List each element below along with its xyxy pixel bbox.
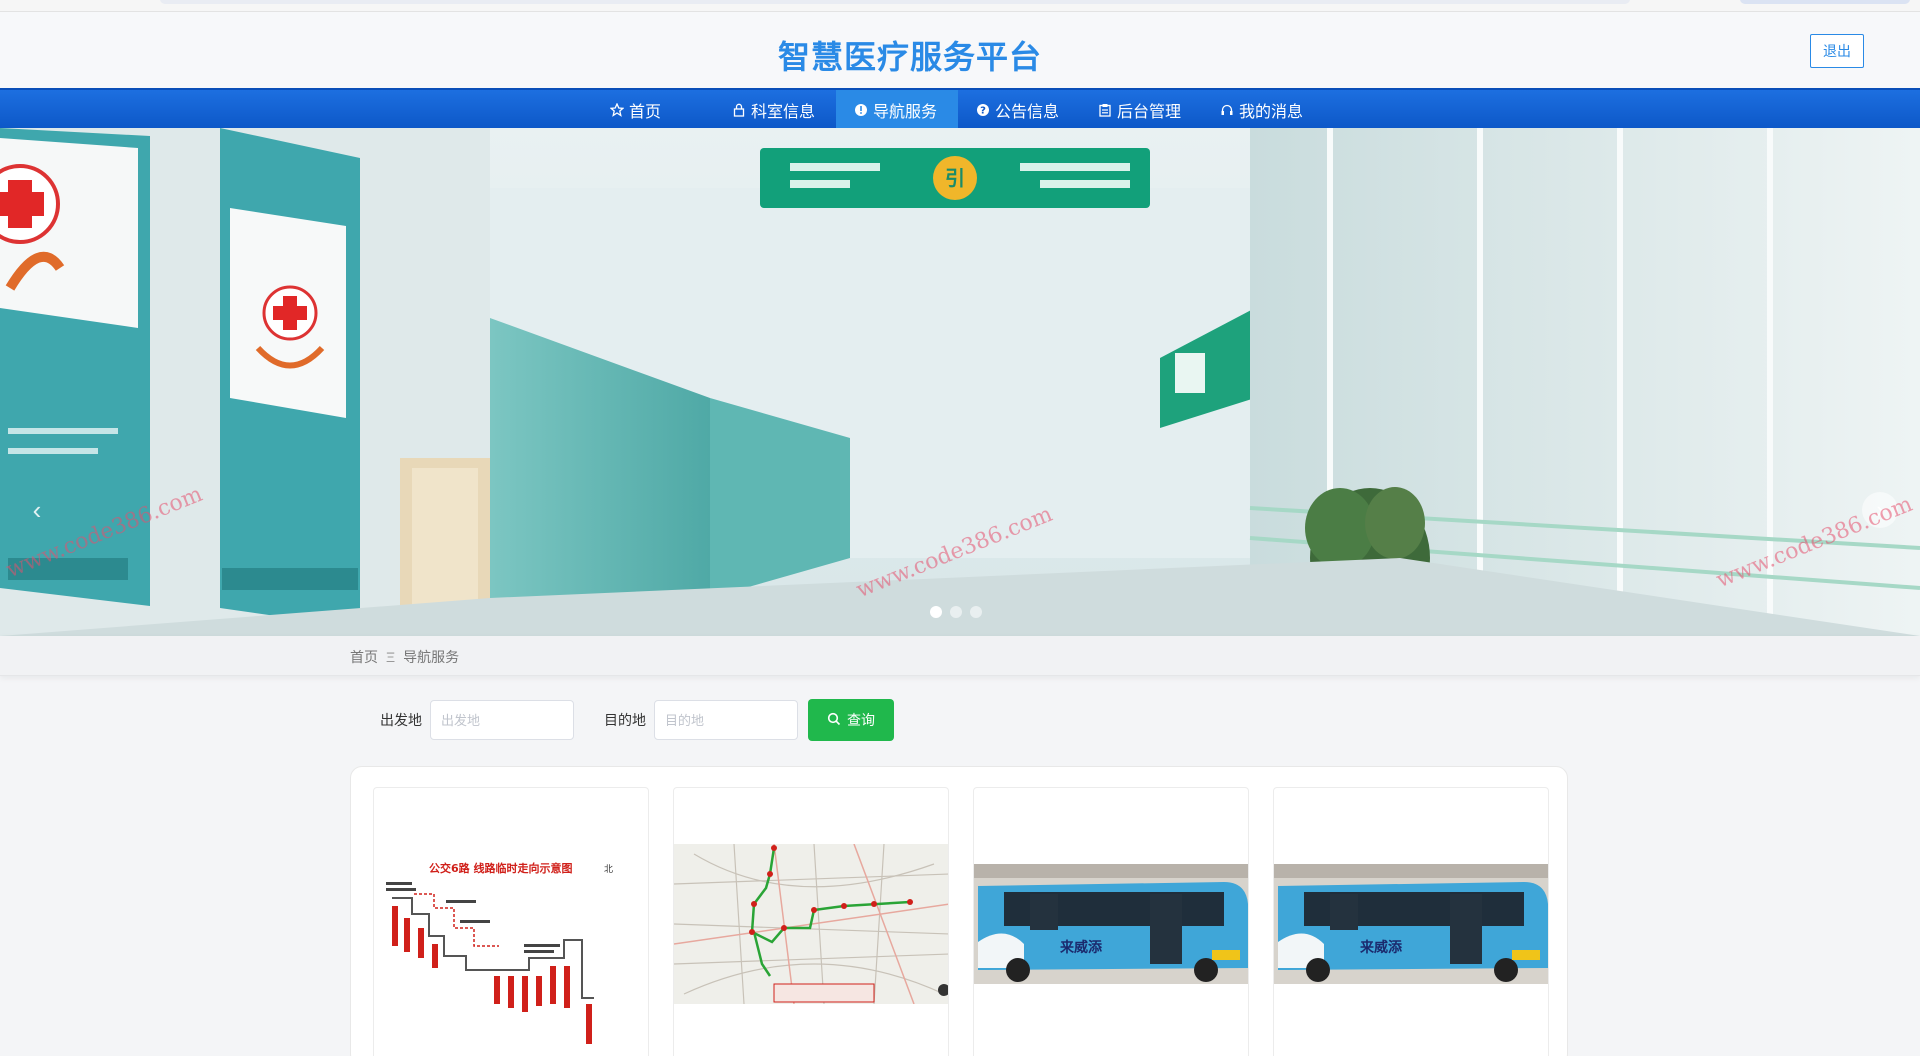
route-diagram-title: 公交6路 线路临时走向示意图 (429, 861, 572, 875)
search-button-label: 查询 (847, 712, 875, 728)
route-card[interactable]: 来威添 (973, 787, 1249, 1056)
lock-icon (732, 103, 746, 117)
north-label: 北 (604, 864, 613, 875)
search-icon (827, 712, 841, 729)
logout-button[interactable]: 退出 (1810, 34, 1864, 68)
route-map-image (674, 844, 948, 1004)
question-circle-icon: ? (976, 103, 990, 117)
bus-side-text: 来威添 (1059, 939, 1103, 956)
route-card[interactable]: 来威添 (1273, 787, 1549, 1056)
carousel-dot[interactable] (930, 606, 942, 618)
route-card-panel: 公交6路 线路临时走向示意图 北 来威添 来威添 (350, 766, 1568, 1056)
nav-item-messages[interactable]: 我的消息 (1202, 90, 1324, 130)
clipboard-icon (1098, 103, 1112, 117)
origin-input[interactable] (430, 700, 574, 740)
nav-item-home[interactable]: 首页 (592, 90, 714, 130)
bus-photo-image: 来威添 (974, 864, 1248, 984)
destination-label: 目的地 (604, 712, 646, 728)
nav-item-label: 导航服务 (873, 104, 938, 121)
nav-item-departments[interactable]: 科室信息 (714, 90, 836, 130)
nav-item-label: 后台管理 (1117, 104, 1182, 121)
nav-item-label: 首页 (629, 104, 662, 121)
nav-item-admin[interactable]: 后台管理 (1080, 90, 1202, 130)
carousel-prev-icon[interactable]: ‹ (22, 492, 52, 528)
search-button[interactable]: 查询 (808, 699, 894, 741)
carousel-indicators (930, 606, 982, 618)
origin-label: 出发地 (380, 712, 422, 728)
site-header: 智慧医疗服务平台 退出 (0, 12, 1920, 88)
destination-input[interactable] (654, 700, 798, 740)
hero-carousel: 引 ‹ › (0, 128, 1920, 636)
nav-item-label: 科室信息 (751, 104, 816, 121)
route-card[interactable]: 公交6路 线路临时走向示意图 北 (373, 787, 649, 1056)
breadcrumb: 首页 Ξ 导航服务 (0, 636, 1920, 676)
hospital-corridor-image: 引 (0, 128, 1920, 636)
breadcrumb-separator: Ξ (386, 649, 396, 665)
top-strip (0, 0, 1920, 12)
address-bar-fragment (160, 0, 1630, 4)
nav-item-announcements[interactable]: ? 公告信息 (958, 90, 1080, 130)
nav-item-label: 公告信息 (995, 104, 1060, 121)
info-circle-icon (854, 103, 868, 117)
bus-photo-image: 来威添 (1274, 864, 1548, 984)
carousel-dot[interactable] (970, 606, 982, 618)
route-card[interactable] (673, 787, 949, 1056)
svg-text:?: ? (980, 106, 986, 117)
site-title: 智慧医疗服务平台 (777, 39, 1042, 75)
toolbar-fragment (1740, 0, 1910, 4)
nav-item-label: 我的消息 (1239, 104, 1304, 121)
route-diagram-image: 公交6路 线路临时走向示意图 北 (374, 858, 648, 1056)
sign-glyph: 引 (945, 166, 965, 190)
route-search-form: 出发地 目的地 查询 (380, 699, 894, 741)
nav-item-navigation[interactable]: 导航服务 (836, 90, 958, 130)
bus-side-text: 来威添 (1359, 939, 1403, 956)
main-nav: 首页 科室信息 导航服务 ? 公告信息 后台管理 我的消息 (0, 88, 1920, 130)
breadcrumb-home[interactable]: 首页 (350, 647, 378, 667)
breadcrumb-current: 导航服务 (403, 649, 460, 665)
headset-icon (1220, 103, 1234, 117)
carousel-next-icon[interactable]: › (1862, 492, 1898, 528)
star-icon (610, 103, 624, 117)
carousel-dot[interactable] (950, 606, 962, 618)
